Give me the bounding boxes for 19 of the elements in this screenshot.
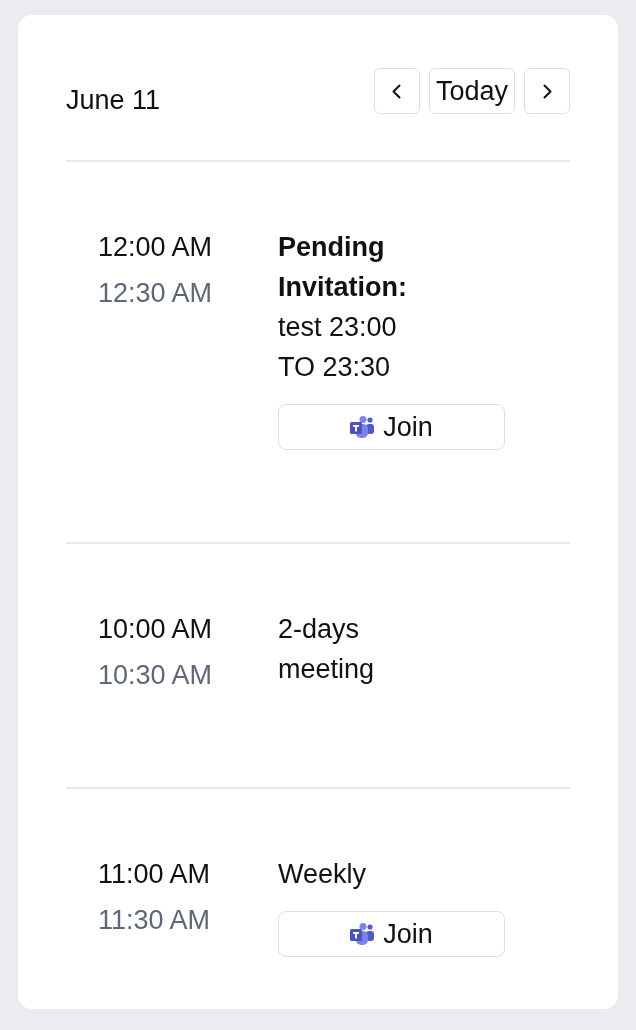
end-time: 11:30 AM bbox=[98, 904, 212, 937]
chevron-left-icon bbox=[392, 83, 402, 99]
join-button[interactable]: Join bbox=[278, 911, 505, 957]
event-title: Pending Invitation: test 23:00 TO 23:30 bbox=[278, 231, 408, 384]
end-time: 10:30 AM bbox=[98, 659, 214, 692]
previous-button[interactable] bbox=[373, 68, 420, 114]
end-time: 12:30 AM bbox=[98, 277, 214, 310]
today-button[interactable]: Today bbox=[428, 68, 515, 114]
event-title: Weekly bbox=[278, 858, 368, 891]
start-time: 10:00 AM bbox=[98, 613, 214, 646]
date-heading: June 11 bbox=[66, 84, 161, 116]
start-time: 12:00 AM bbox=[98, 231, 214, 264]
join-button[interactable]: Join bbox=[278, 404, 505, 450]
chevron-right-icon bbox=[542, 83, 552, 99]
start-time: 11:00 AM bbox=[98, 858, 212, 891]
next-button[interactable] bbox=[524, 68, 570, 114]
event-title: 2-days meeting bbox=[278, 613, 376, 686]
people-tile-icon bbox=[350, 923, 375, 945]
people-tile-icon bbox=[350, 416, 375, 438]
